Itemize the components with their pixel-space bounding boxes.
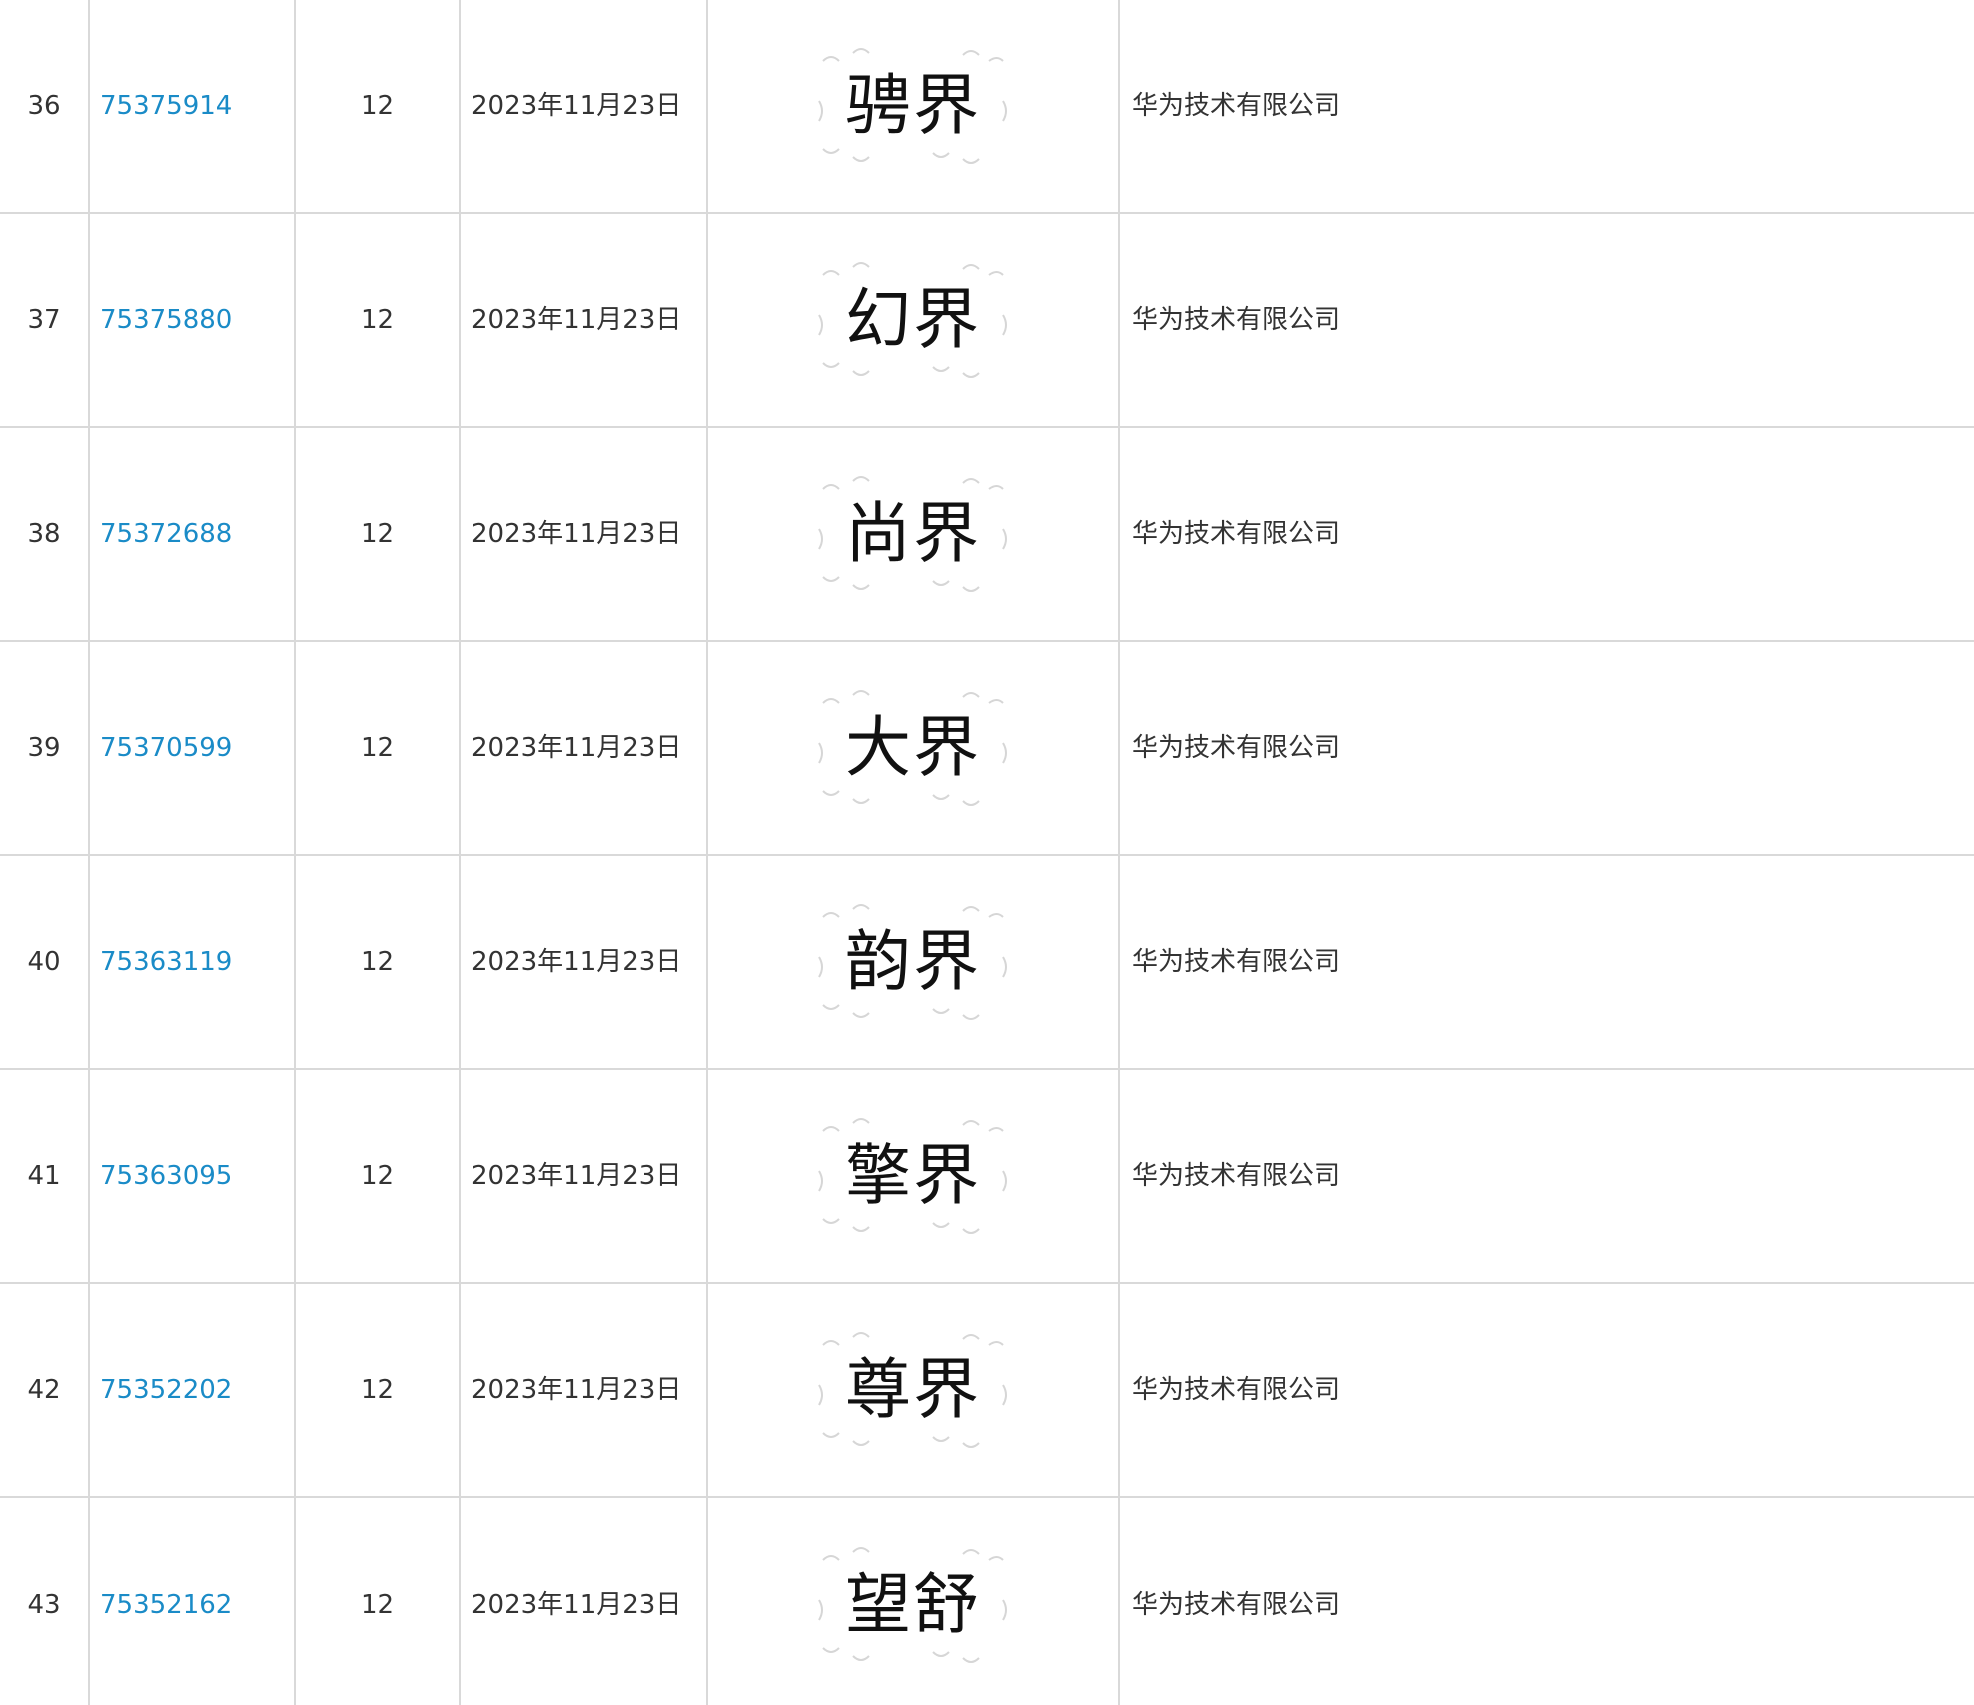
- trademark-text: 尚界: [845, 495, 981, 572]
- class-cell: 12: [296, 1498, 461, 1705]
- reg-number-cell: 75372688: [90, 428, 296, 640]
- class-cell: 12: [296, 214, 461, 426]
- trademark-image-cell: 尊界: [708, 1284, 1120, 1496]
- row-index: 40: [0, 856, 90, 1068]
- reg-number-cell: 75352202: [90, 1284, 296, 1496]
- trademark-text: 望舒: [845, 1565, 981, 1643]
- table-row: 36 75375914 12 2023年11月23日 骋界 华为技术有限公司: [0, 0, 1974, 214]
- apply-date-cell: 2023年11月23日: [461, 214, 708, 426]
- class-cell: 12: [296, 856, 461, 1068]
- reg-number-link[interactable]: 75370599: [100, 735, 232, 761]
- reg-number-cell: 75363095: [90, 1070, 296, 1282]
- table-row: 42 75352202 12 2023年11月23日 尊界 华为技术有限公司: [0, 1284, 1974, 1498]
- row-index: 37: [0, 214, 90, 426]
- table-row: 43 75352162 12 2023年11月23日 望舒 华为技术有限公司: [0, 1498, 1974, 1705]
- owner-cell: 华为技术有限公司: [1132, 733, 1341, 763]
- owner-cell: 华为技术有限公司: [1132, 1375, 1341, 1405]
- owner-cell: 华为技术有限公司: [1132, 1589, 1341, 1620]
- trademark-image: 幻界: [813, 255, 1013, 385]
- row-index: 42: [0, 1284, 90, 1496]
- trademark-table: 36 75375914 12 2023年11月23日 骋界 华为技术有限公司 3…: [0, 0, 1974, 1705]
- trademark-image-cell: 骋界: [708, 0, 1120, 212]
- class-cell: 12: [296, 0, 461, 212]
- trademark-text: 幻界: [845, 281, 981, 358]
- trademark-image: 尊界: [813, 1325, 1013, 1455]
- trademark-image: 大界: [813, 683, 1013, 813]
- trademark-image-cell: 望舒: [708, 1498, 1120, 1705]
- reg-number-link[interactable]: 75372688: [100, 521, 232, 547]
- owner-cell: 华为技术有限公司: [1132, 91, 1341, 121]
- reg-number-cell: 75363119: [90, 856, 296, 1068]
- apply-date-cell: 2023年11月23日: [461, 428, 708, 640]
- owner-cell: 华为技术有限公司: [1132, 1161, 1341, 1191]
- trademark-image: 尚界: [813, 469, 1013, 599]
- table-row: 40 75363119 12 2023年11月23日 韵界 华为技术有限公司: [0, 856, 1974, 1070]
- trademark-text: 骋界: [845, 67, 981, 144]
- class-cell: 12: [296, 1070, 461, 1282]
- trademark-image: 韵界: [813, 897, 1013, 1027]
- apply-date-cell: 2023年11月23日: [461, 0, 708, 212]
- class-cell: 12: [296, 428, 461, 640]
- trademark-image-cell: 幻界: [708, 214, 1120, 426]
- trademark-text: 尊界: [845, 1351, 981, 1428]
- reg-number-link[interactable]: 75352162: [100, 1592, 232, 1618]
- table-row: 39 75370599 12 2023年11月23日 大界 华为技术有限公司: [0, 642, 1974, 856]
- class-cell: 12: [296, 642, 461, 854]
- row-index: 43: [0, 1498, 90, 1705]
- reg-number-link[interactable]: 75375880: [100, 307, 232, 333]
- trademark-image: 望舒: [813, 1540, 1013, 1670]
- trademark-image-cell: 擎界: [708, 1070, 1120, 1282]
- reg-number-cell: 75375914: [90, 0, 296, 212]
- table-row: 38 75372688 12 2023年11月23日 尚界 华为技术有限公司: [0, 428, 1974, 642]
- row-index: 41: [0, 1070, 90, 1282]
- apply-date-cell: 2023年11月23日: [461, 1070, 708, 1282]
- owner-cell: 华为技术有限公司: [1132, 947, 1341, 977]
- trademark-image-cell: 尚界: [708, 428, 1120, 640]
- class-cell: 12: [296, 1284, 461, 1496]
- trademark-text: 擎界: [845, 1137, 981, 1214]
- table-row: 37 75375880 12 2023年11月23日 幻界 华为技术有限公司: [0, 214, 1974, 428]
- apply-date-cell: 2023年11月23日: [461, 1498, 708, 1705]
- trademark-image-cell: 韵界: [708, 856, 1120, 1068]
- reg-number-link[interactable]: 75363095: [100, 1163, 232, 1189]
- reg-number-cell: 75352162: [90, 1498, 296, 1705]
- apply-date-cell: 2023年11月23日: [461, 642, 708, 854]
- trademark-image-cell: 大界: [708, 642, 1120, 854]
- owner-cell: 华为技术有限公司: [1132, 519, 1341, 549]
- reg-number-link[interactable]: 75375914: [100, 93, 232, 119]
- owner-cell: 华为技术有限公司: [1132, 305, 1341, 335]
- table-row: 41 75363095 12 2023年11月23日 擎界 华为技术有限公司: [0, 1070, 1974, 1284]
- row-index: 39: [0, 642, 90, 854]
- trademark-image: 骋界: [813, 41, 1013, 171]
- apply-date-cell: 2023年11月23日: [461, 856, 708, 1068]
- reg-number-cell: 75375880: [90, 214, 296, 426]
- trademark-image: 擎界: [813, 1111, 1013, 1241]
- row-index: 38: [0, 428, 90, 640]
- trademark-text: 韵界: [845, 923, 981, 1000]
- reg-number-link[interactable]: 75363119: [100, 949, 232, 975]
- reg-number-link[interactable]: 75352202: [100, 1377, 232, 1403]
- trademark-text: 大界: [845, 709, 981, 786]
- row-index: 36: [0, 0, 90, 212]
- reg-number-cell: 75370599: [90, 642, 296, 854]
- apply-date-cell: 2023年11月23日: [461, 1284, 708, 1496]
